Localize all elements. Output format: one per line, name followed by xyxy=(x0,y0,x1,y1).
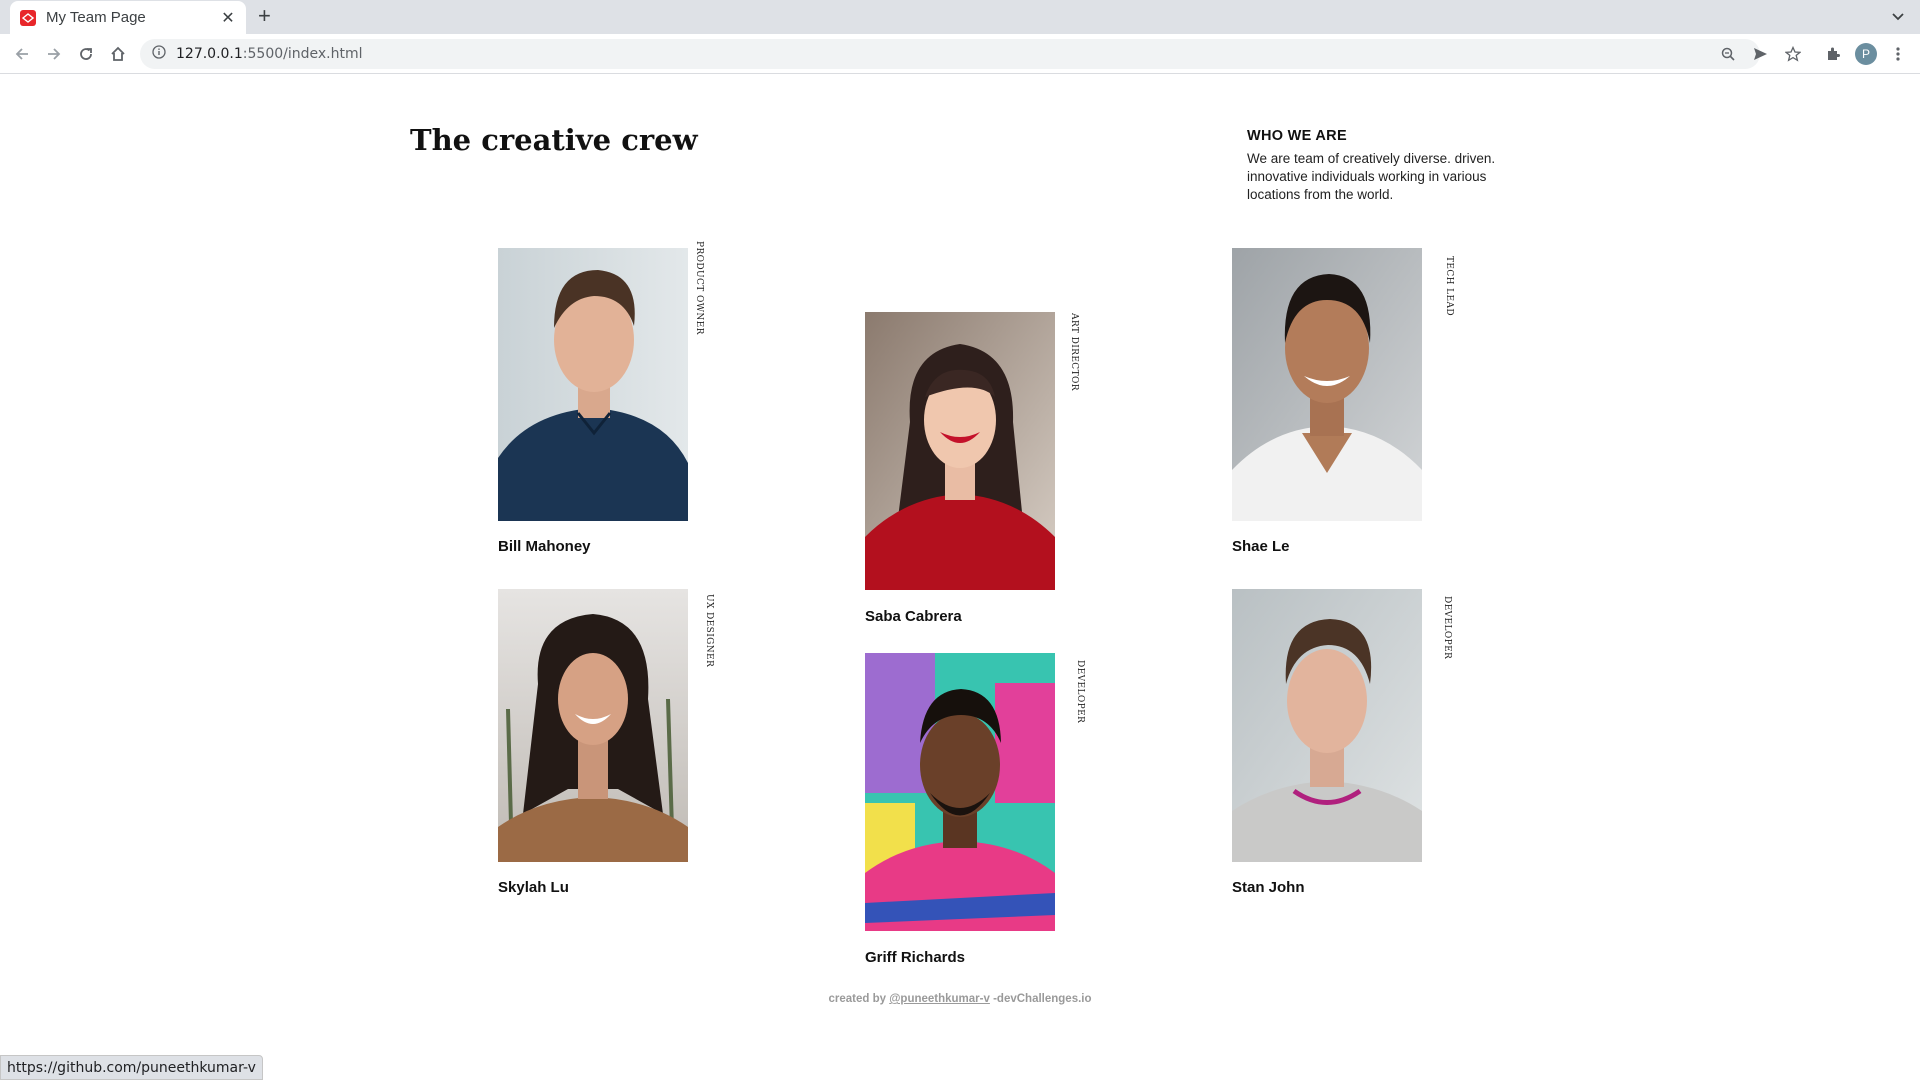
member-photo xyxy=(498,589,688,862)
member-name: Stan John xyxy=(1232,879,1305,896)
url-text: 127.0.0.1:5500/index.html xyxy=(176,46,363,62)
new-tab-icon[interactable]: + xyxy=(258,3,271,29)
tab-strip: My Team Page ✕ + xyxy=(0,0,1920,34)
member-role: UX DESIGNER xyxy=(704,594,714,668)
profile-initial: P xyxy=(1861,47,1870,61)
team-member-card: Skylah Lu UX DESIGNER xyxy=(498,589,738,896)
member-name: Skylah Lu xyxy=(498,879,569,896)
page-title: The creative crew xyxy=(410,123,698,157)
team-member-card: Saba Cabrera ART DIRECTOR xyxy=(865,312,1105,625)
browser-menu-icon[interactable] xyxy=(1888,44,1908,64)
member-role: DEVELOPER xyxy=(1075,660,1085,724)
back-icon[interactable] xyxy=(12,44,32,64)
member-name: Shae Le xyxy=(1232,538,1290,555)
member-name: Saba Cabrera xyxy=(865,608,962,625)
page-footer: created by @puneethkumar-v -devChallenge… xyxy=(0,993,1920,1005)
extensions-icon[interactable] xyxy=(1823,44,1843,64)
reload-icon[interactable] xyxy=(76,44,96,64)
status-url-bubble: https://github.com/puneethkumar-v xyxy=(0,1055,263,1080)
member-role: TECH LEAD xyxy=(1444,256,1454,317)
team-member-card: Stan John DEVELOPER xyxy=(1232,589,1472,896)
tab-close-icon[interactable]: ✕ xyxy=(220,8,236,28)
member-photo xyxy=(865,653,1055,931)
tab-search-chevron-icon[interactable] xyxy=(1890,8,1906,24)
zoom-icon[interactable] xyxy=(1718,44,1738,64)
about-text: We are team of creatively diverse. drive… xyxy=(1247,151,1496,202)
member-photo xyxy=(1232,248,1422,521)
footer-prefix: created by xyxy=(828,993,886,1005)
tab-title: My Team Page xyxy=(46,9,146,26)
browser-toolbar: 127.0.0.1:5500/index.html P xyxy=(0,34,1920,74)
member-name: Bill Mahoney xyxy=(498,538,591,555)
team-member-card: Griff Richards DEVELOPER xyxy=(865,653,1105,966)
team-member-card: Bill Mahoney PRODUCT OWNER xyxy=(498,241,738,555)
bookmark-star-icon[interactable] xyxy=(1783,44,1803,64)
author-link[interactable]: @puneethkumar-v xyxy=(889,993,990,1005)
forward-icon[interactable] xyxy=(44,44,64,64)
member-name: Griff Richards xyxy=(865,949,966,966)
url-host: 127.0.0.1 xyxy=(176,46,243,62)
about-section: WHO WE ARE We are team of creatively div… xyxy=(1247,128,1537,204)
member-photo xyxy=(865,312,1055,590)
url-path: :5500/index.html xyxy=(242,46,363,62)
page-favicon-icon xyxy=(20,9,36,26)
member-role: ART DIRECTOR xyxy=(1069,313,1079,391)
member-role: DEVELOPER xyxy=(1442,596,1452,660)
send-icon[interactable] xyxy=(1750,44,1770,64)
browser-tab[interactable]: My Team Page ✕ xyxy=(10,1,246,34)
member-photo xyxy=(498,248,688,521)
member-photo xyxy=(1232,589,1422,862)
home-icon[interactable] xyxy=(108,44,128,64)
profile-avatar[interactable]: P xyxy=(1855,43,1877,65)
member-role: PRODUCT OWNER xyxy=(694,241,704,335)
address-bar[interactable]: 127.0.0.1:5500/index.html xyxy=(140,39,1760,69)
footer-suffix: -devChallenges.io xyxy=(993,993,1092,1005)
site-info-icon[interactable] xyxy=(152,44,166,64)
about-heading: WHO WE ARE xyxy=(1247,128,1347,144)
team-member-card: Shae Le TECH LEAD xyxy=(1232,248,1472,555)
